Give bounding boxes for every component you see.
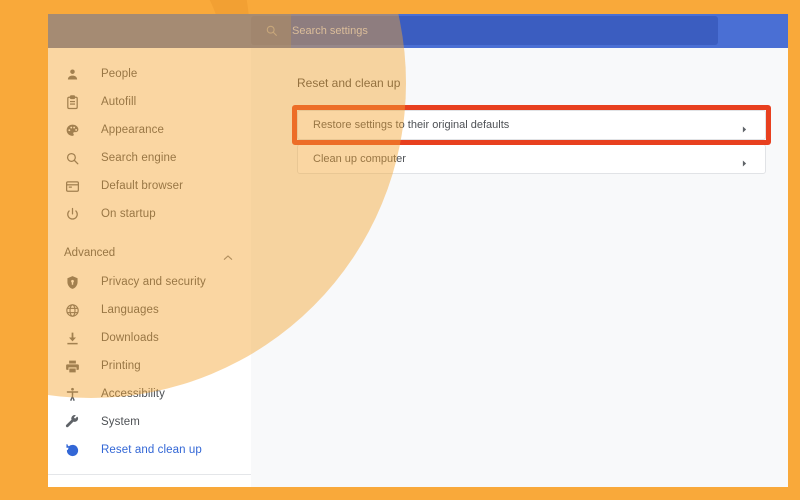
row-label: Clean up computer xyxy=(313,153,406,165)
sidebar-item-autofill[interactable]: Autofill xyxy=(48,88,251,116)
sidebar-divider xyxy=(48,474,251,475)
power-icon xyxy=(64,206,80,222)
sidebar-advanced-toggle[interactable]: Advanced xyxy=(48,238,251,268)
search-icon xyxy=(64,150,80,166)
row-label: Restore settings to their original defau… xyxy=(313,119,510,131)
printer-icon xyxy=(64,358,80,374)
sidebar-item-printing[interactable]: Printing xyxy=(48,352,251,380)
section-title: Reset and clean up xyxy=(297,76,401,90)
sidebar-item-downloads[interactable]: Downloads xyxy=(48,324,251,352)
sidebar-item-label: On startup xyxy=(101,208,156,220)
wrench-icon xyxy=(64,414,80,430)
window-icon xyxy=(64,178,80,194)
sidebar-item-label: Reset and clean up xyxy=(101,444,202,456)
settings-sidebar: People Autofill Appearance Search engine… xyxy=(48,48,251,487)
search-icon xyxy=(265,24,278,37)
sidebar-item-privacy-and-security[interactable]: Privacy and security xyxy=(48,268,251,296)
search-input[interactable]: Search settings xyxy=(251,16,718,45)
page-title: Settings xyxy=(59,23,105,37)
sidebar-item-extensions[interactable]: Extensions xyxy=(48,481,251,487)
sidebar-item-on-startup[interactable]: On startup xyxy=(48,200,251,228)
sidebar-advanced-label: Advanced xyxy=(64,247,116,259)
sidebar-item-label: Downloads xyxy=(101,332,159,344)
chevron-right-icon xyxy=(740,121,749,133)
sidebar-item-label: Autofill xyxy=(101,96,137,108)
sidebar-item-label: System xyxy=(101,416,140,428)
sidebar-item-label: Default browser xyxy=(101,180,184,192)
download-icon xyxy=(64,330,80,346)
sidebar-item-label: Search engine xyxy=(101,152,177,164)
row-restore-settings-to-defaults[interactable]: Restore settings to their original defau… xyxy=(297,110,766,140)
sidebar-item-reset-and-clean-up[interactable]: Reset and clean up xyxy=(48,436,251,464)
sidebar-primary-nav: People Autofill Appearance Search engine… xyxy=(48,48,251,228)
history-restore-icon xyxy=(64,442,80,458)
accessibility-icon xyxy=(64,386,80,402)
chevron-right-icon xyxy=(740,155,749,167)
palette-icon xyxy=(64,122,80,138)
search-placeholder-text: Search settings xyxy=(292,24,368,37)
settings-screenshot-panel: Settings Search settings People Autofill… xyxy=(48,14,788,487)
sidebar-item-label: Accessibility xyxy=(101,388,165,400)
clipboard-icon xyxy=(64,94,80,110)
person-icon xyxy=(64,66,80,82)
sidebar-item-accessibility[interactable]: Accessibility xyxy=(48,380,251,408)
shield-icon xyxy=(64,274,80,290)
sidebar-item-label: Privacy and security xyxy=(101,276,206,288)
sidebar-item-label: Appearance xyxy=(101,124,165,136)
sidebar-item-people[interactable]: People xyxy=(48,60,251,88)
row-clean-up-computer[interactable]: Clean up computer xyxy=(297,144,766,174)
sidebar-item-system[interactable]: System xyxy=(48,408,251,436)
sidebar-item-label: Printing xyxy=(101,360,141,372)
decorative-stage: Settings Search settings People Autofill… xyxy=(0,0,800,500)
sidebar-item-languages[interactable]: Languages xyxy=(48,296,251,324)
sidebar-item-search-engine[interactable]: Search engine xyxy=(48,144,251,172)
settings-content: Reset and clean up Restore settings to t… xyxy=(251,48,788,487)
sidebar-item-default-browser[interactable]: Default browser xyxy=(48,172,251,200)
settings-header: Settings Search settings xyxy=(48,14,788,48)
sidebar-item-appearance[interactable]: Appearance xyxy=(48,116,251,144)
sidebar-advanced-nav: Privacy and security Languages Downloads… xyxy=(48,268,251,464)
decorative-left-band xyxy=(0,0,48,500)
globe-icon xyxy=(64,302,80,318)
caret-up-icon xyxy=(223,249,233,260)
sidebar-item-label: Languages xyxy=(101,304,159,316)
sidebar-item-label: People xyxy=(101,68,138,80)
